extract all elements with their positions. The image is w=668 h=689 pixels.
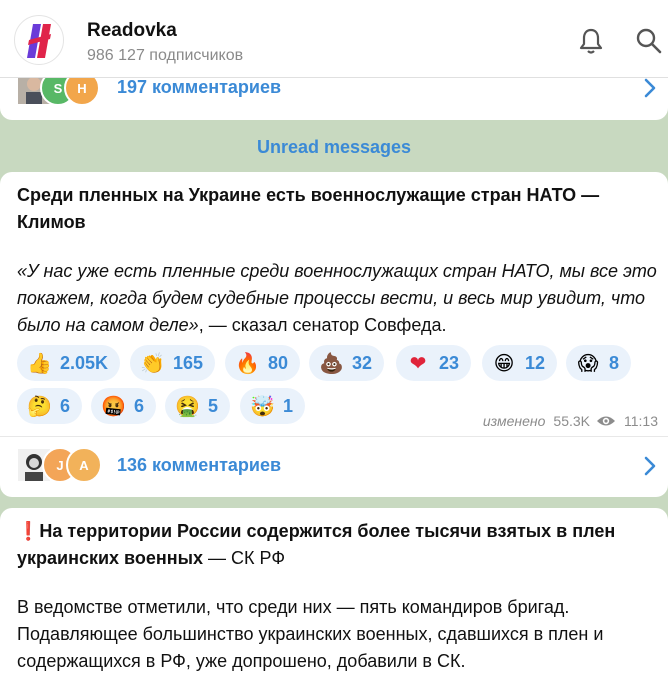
eye-icon [597, 416, 615, 426]
post-card: ❗На территории России содержится более т… [0, 508, 668, 689]
reaction-count: 6 [134, 395, 145, 416]
reaction-count: 23 [439, 352, 460, 373]
reaction-count: 12 [525, 352, 546, 373]
post-card: Среди пленных на Украине есть военнослуж… [0, 172, 668, 497]
reaction-count: 165 [173, 352, 204, 373]
reaction-count: 32 [352, 352, 373, 373]
reaction-thinking[interactable]: 🤔 6 [17, 388, 83, 424]
poop-icon: 💩 [319, 351, 344, 375]
reaction-heart[interactable]: ❤ 23 [396, 345, 472, 381]
reaction-count: 2.05K [60, 352, 109, 373]
cursing-icon: 🤬 [101, 394, 126, 418]
post-title: ❗На территории России содержится более т… [17, 518, 667, 572]
readovka-logo-icon [27, 24, 51, 58]
bell-icon[interactable] [576, 26, 606, 56]
reaction-count: 1 [283, 395, 294, 416]
reaction-scream[interactable]: 😱 8 [566, 345, 632, 381]
comments-count-label: 136 комментариев [117, 455, 282, 475]
reaction-count: 80 [268, 352, 289, 373]
reaction-count: 5 [208, 395, 219, 416]
exclamation-icon: ❗ [17, 521, 40, 541]
channel-avatar[interactable] [14, 15, 64, 65]
post-body: «У нас уже есть пленные среди военнослуж… [17, 258, 662, 339]
reaction-count: 8 [609, 352, 620, 373]
mind-blown-icon: 🤯 [250, 394, 275, 418]
reaction-clap[interactable]: 👏 165 [130, 345, 216, 381]
search-icon[interactable] [634, 26, 664, 56]
grin-icon: 😁 [493, 351, 515, 375]
chevron-right-icon [644, 78, 656, 98]
reaction-thumbs-up[interactable]: 👍 2.05K [17, 345, 121, 381]
comments-count-label: 197 комментариев [117, 77, 282, 97]
reaction-cursing[interactable]: 🤬 6 [91, 388, 157, 424]
unread-messages-divider: Unread messages [256, 137, 412, 157]
post-title: Среди пленных на Украине есть военнослуж… [17, 185, 600, 232]
post-meta: изменено 55.3K 11:13 [483, 413, 658, 429]
reaction-vomit[interactable]: 🤮 5 [165, 388, 231, 424]
reaction-count: 6 [60, 395, 71, 416]
post-time: 11:13 [624, 413, 658, 429]
reaction-grin[interactable]: 😁 12 [482, 345, 558, 381]
avatar: A [66, 447, 102, 483]
comments-link[interactable]: J A 136 комментариев [0, 437, 668, 493]
vomit-icon: 🤮 [175, 394, 200, 418]
post-attribution: , — сказал сенатор Совфеда. [198, 315, 447, 335]
thinking-icon: 🤔 [27, 394, 52, 418]
subscriber-count: 986 127 подписчиков [87, 47, 244, 64]
post-title-source: — СК РФ [203, 548, 286, 568]
post-title-bold: На территории России содержится более ты… [17, 521, 616, 568]
fire-icon: 🔥 [235, 351, 260, 375]
edited-label: изменено [482, 413, 546, 429]
commenter-avatars: J A [16, 447, 106, 483]
channel-header: Readovka 986 127 подписчиков [0, 0, 668, 78]
post-body: В ведомстве отметили, что среди них — пя… [17, 597, 604, 671]
clap-icon: 👏 [140, 351, 165, 375]
chevron-right-icon [644, 456, 656, 476]
thumbs-up-icon: 👍 [27, 351, 52, 375]
reaction-fire[interactable]: 🔥 80 [225, 345, 301, 381]
view-count: 55.3K [553, 413, 590, 429]
scream-icon: 😱 [577, 351, 599, 375]
reaction-mind-blown[interactable]: 🤯 1 [240, 388, 306, 424]
channel-title[interactable]: Readovka [87, 20, 177, 42]
reaction-poop[interactable]: 💩 32 [309, 345, 385, 381]
heart-icon: ❤ [409, 351, 427, 375]
